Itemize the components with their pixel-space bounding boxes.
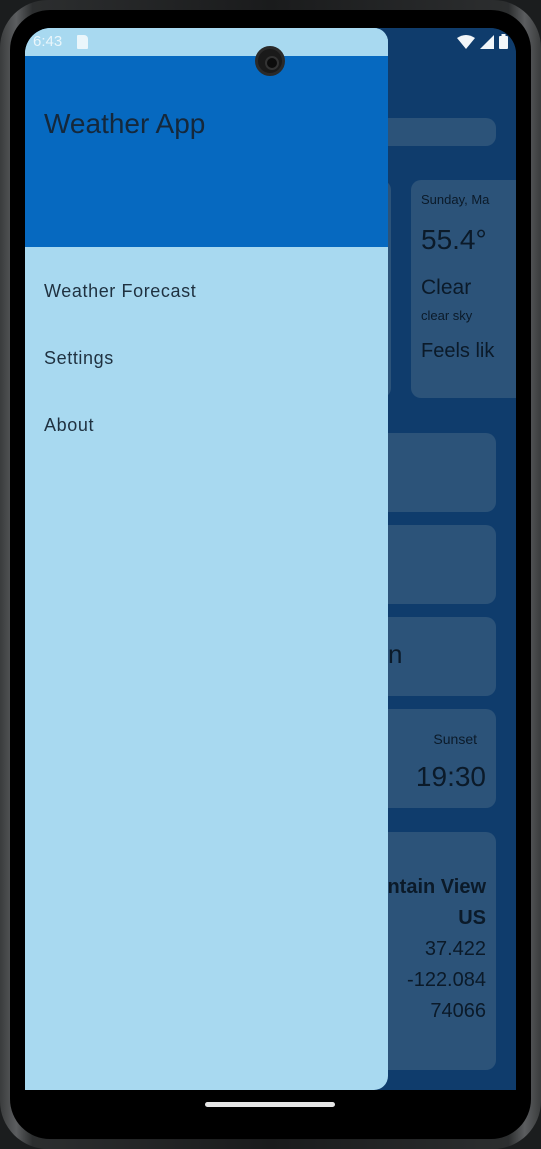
drawer-item-settings[interactable]: Settings: [25, 328, 388, 388]
location-country: US: [458, 907, 486, 929]
drawer-item-about[interactable]: About: [25, 395, 388, 455]
forecast-card[interactable]: Sunday, Ma 55.4° Clear clear sky Feels l…: [411, 180, 516, 398]
forecast-condition: Clear: [421, 276, 472, 299]
cellular-signal-icon: [480, 34, 494, 49]
drawer-header: Weather App: [25, 56, 388, 247]
location-latitude: 37.422: [424, 938, 486, 960]
drawer-status-time: 6:43: [33, 33, 63, 50]
location-city: ntain View: [387, 876, 486, 898]
background-partial-text: n: [388, 639, 403, 669]
battery-icon: [499, 34, 508, 49]
navigation-drawer: 6:43 Weather App Weather Forecast Settin…: [25, 28, 388, 1090]
screen: Sunday, Ma 55.4° Clear clear sky Feels l…: [25, 28, 516, 1118]
forecast-description: clear sky: [421, 308, 473, 323]
home-gesture-handle[interactable]: [205, 1102, 335, 1107]
drawer-item-weather-forecast[interactable]: Weather Forecast: [25, 261, 388, 321]
drawer-item-label: Settings: [44, 347, 114, 368]
forecast-date: Sunday, Ma: [421, 192, 490, 207]
wifi-icon: [457, 34, 475, 49]
forecast-feels-like: Feels lik: [421, 340, 495, 362]
forecast-temperature: 55.4°: [421, 224, 487, 255]
drawer-status-area: 6:43: [25, 28, 388, 56]
drawer-sim-card-icon: [77, 35, 88, 49]
location-longitude: -122.084: [407, 969, 486, 991]
drawer-item-label: Weather Forecast: [44, 280, 197, 301]
front-camera: [255, 46, 285, 76]
drawer-title: Weather App: [44, 108, 206, 139]
gesture-navigation-bar: [25, 1090, 516, 1118]
drawer-item-label: About: [44, 414, 95, 435]
location-id: 74066: [430, 1000, 486, 1022]
sunset-time: 19:30: [415, 761, 486, 792]
status-icons: [457, 34, 508, 49]
sunset-label: Sunset: [433, 731, 477, 747]
